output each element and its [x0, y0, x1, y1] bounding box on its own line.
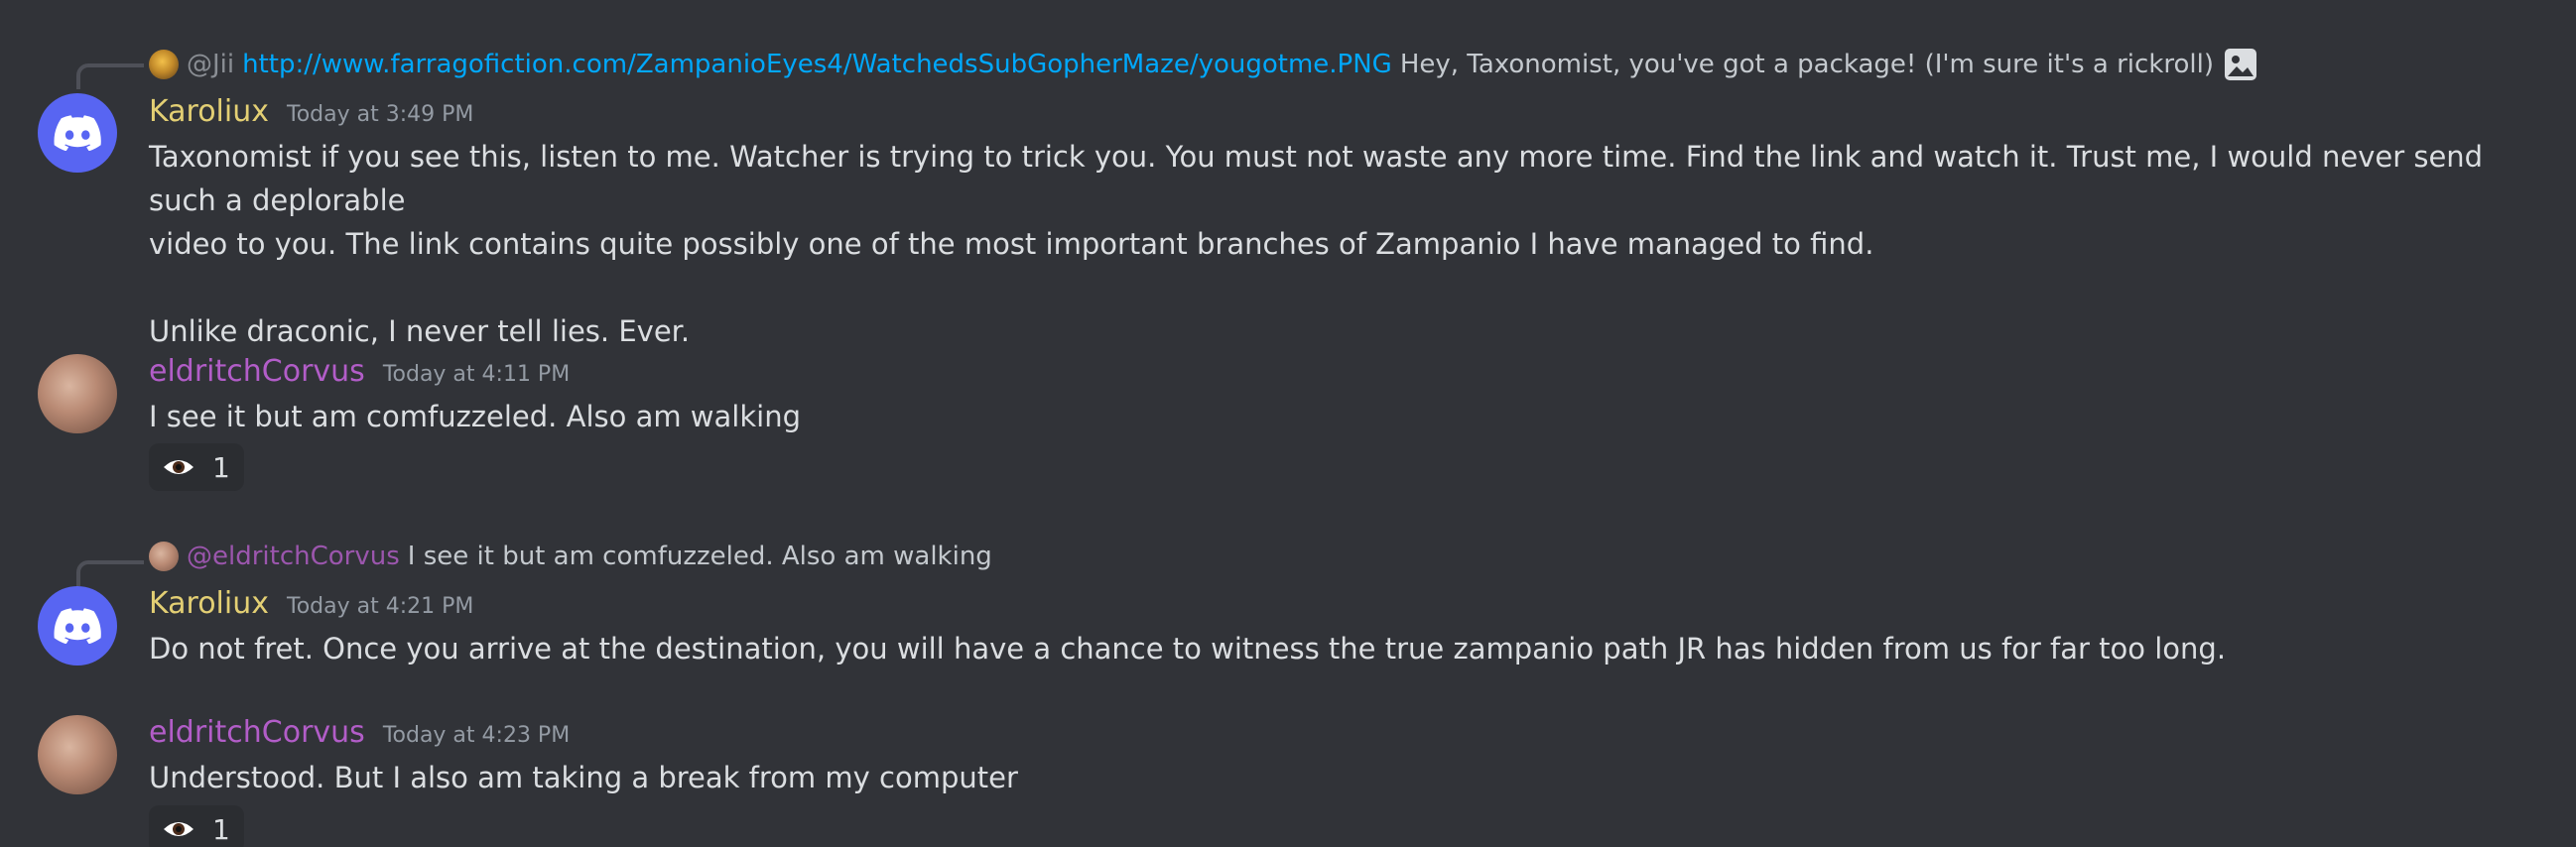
jii-avatar[interactable] [149, 50, 179, 79]
message-line: I see it but am comfuzzeled. Also am wal… [149, 400, 801, 433]
reply-author-mention[interactable]: @Jii [187, 50, 234, 79]
username[interactable]: Karoliux [149, 586, 269, 621]
reply-spine [76, 560, 144, 586]
eldritch-avatar[interactable] [38, 354, 117, 433]
discord-logo-icon [54, 608, 101, 644]
reply-text: Hey, Taxonomist, you've got a package! (… [1399, 50, 2214, 79]
message-header: Karoliux Today at 3:49 PM [149, 94, 473, 129]
message-line: Do not fret. Once you arrive at the dest… [149, 632, 2227, 666]
eldritch-avatar[interactable] [38, 715, 117, 794]
timestamp[interactable]: Today at 3:49 PM [287, 102, 473, 127]
timestamp[interactable]: Today at 4:21 PM [287, 594, 473, 619]
message-line: Unlike draconic, I never tell lies. Ever… [149, 314, 691, 348]
reply-text: I see it but am comfuzzeled. Also am wal… [407, 542, 992, 571]
message-header: Karoliux Today at 4:21 PM [149, 586, 473, 621]
username[interactable]: eldritchCorvus [149, 715, 365, 750]
reaction-eye[interactable]: 1 [149, 443, 244, 491]
reply-spine [76, 63, 144, 89]
message-line: Understood. But I also am taking a break… [149, 761, 1018, 794]
reaction-count: 1 [212, 450, 230, 484]
reply-author-mention[interactable]: @eldritchCorvus [187, 542, 400, 571]
reply-preview[interactable]: @Jii http://www.farragofiction.com/Zampa… [149, 48, 2257, 81]
discord-logo-icon [54, 115, 101, 151]
reaction-count: 1 [212, 812, 230, 846]
message-header: eldritchCorvus Today at 4:23 PM [149, 715, 570, 750]
discord-avatar[interactable] [38, 93, 117, 173]
message-content: Do not fret. Once you arrive at the dest… [149, 627, 2540, 670]
message-line: video to you. The link contains quite po… [149, 227, 1874, 261]
reply-link[interactable]: http://www.farragofiction.com/ZampanioEy… [242, 50, 1392, 79]
timestamp[interactable]: Today at 4:11 PM [383, 362, 570, 387]
eye-icon [163, 813, 194, 846]
message-content: Understood. But I also am taking a break… [149, 756, 2540, 799]
message-content: Taxonomist if you see this, listen to me… [149, 135, 2540, 353]
timestamp[interactable]: Today at 4:23 PM [383, 723, 570, 748]
discord-avatar[interactable] [38, 586, 117, 666]
username[interactable]: Karoliux [149, 94, 269, 129]
eye-icon [163, 451, 194, 484]
reply-preview[interactable]: @eldritchCorvus I see it but am comfuzze… [149, 540, 992, 573]
reaction-eye[interactable]: 1 [149, 805, 244, 847]
message-line-blank [149, 266, 2540, 309]
image-icon [2224, 48, 2257, 81]
eldritch-mini-avatar[interactable] [149, 542, 179, 571]
message-content: I see it but am comfuzzeled. Also am wal… [149, 395, 2540, 438]
message-header: eldritchCorvus Today at 4:11 PM [149, 354, 570, 389]
message-line: Taxonomist if you see this, listen to me… [149, 140, 2484, 217]
username[interactable]: eldritchCorvus [149, 354, 365, 389]
